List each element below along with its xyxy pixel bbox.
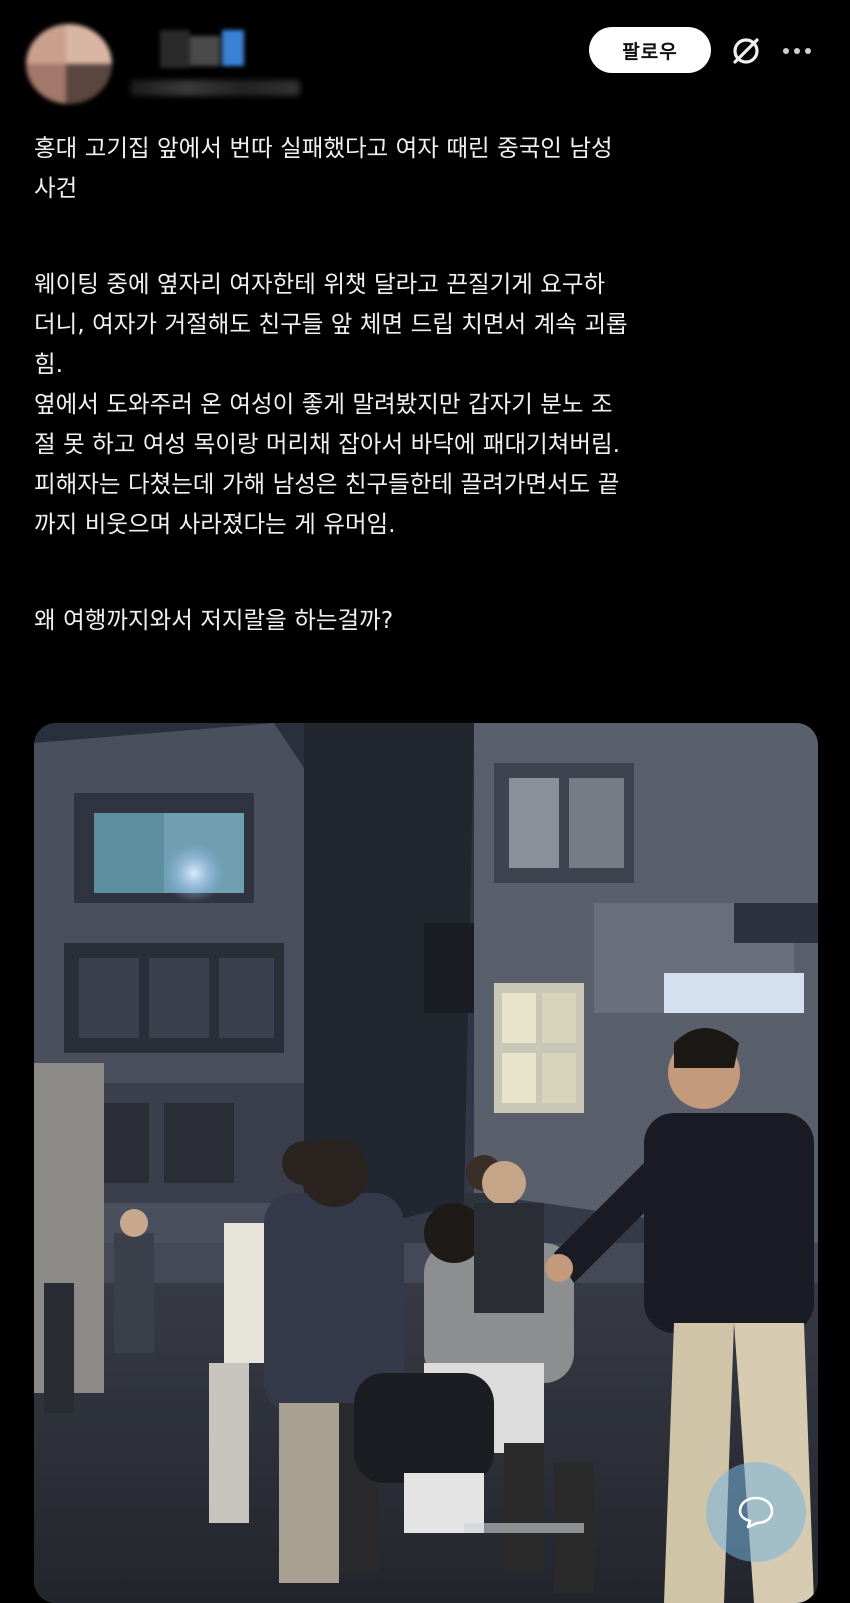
post-paragraph: 웨이팅 중에 옆자리 여자한테 위챗 달라고 끈질기게 요구하 더니, 여자가 … [34,264,824,544]
circle-slash-icon[interactable] [728,33,764,69]
post-paragraph: 홍대 고기집 앞에서 번따 실패했다고 여자 때린 중국인 남성 사건 [34,128,824,208]
post-line: 절 못 하고 여성 목이랑 머리채 잡아서 바닥에 패대기쳐버림. [34,430,621,458]
post-header: 팔로우 [0,0,850,110]
reply-fab[interactable] [706,1462,806,1562]
post-line: 더니, 여자가 거절해도 친구들 앞 체면 드립 치면서 계속 괴롭 [34,310,628,338]
post-line: 홍대 고기집 앞에서 번따 실패했다고 여자 때린 중국인 남성 [34,134,613,162]
street-scene-illustration [34,723,818,1603]
post-line: 왜 여행까지와서 저지랄을 하는걸까? [34,606,394,634]
post-line: 힘. [34,350,64,378]
follow-button[interactable]: 팔로우 [589,27,711,73]
more-dots-icon[interactable] [780,36,814,66]
post-line: 까지 비웃으며 사라졌다는 게 유머임. [34,510,396,538]
handle-blurred [130,80,300,96]
avatar[interactable] [26,24,112,104]
post-line: 피해자는 다쳤는데 가해 남성은 친구들한테 끌려가면서도 끝 [34,470,620,498]
post-line: 옆에서 도와주러 온 여성이 좋게 말려봤지만 갑자기 분노 조 [34,390,613,418]
username-blurred[interactable] [160,30,250,70]
post-paragraph: 왜 여행까지와서 저지랄을 하는걸까? [34,600,824,640]
post-line: 사건 [34,174,78,202]
post-photo[interactable] [34,723,818,1603]
speech-bubble-icon [736,1494,776,1530]
post-body: 홍대 고기집 앞에서 번따 실패했다고 여자 때린 중국인 남성 사건 웨이팅 … [34,128,824,640]
post-line: 웨이팅 중에 옆자리 여자한테 위챗 달라고 끈질기게 요구하 [34,270,606,298]
